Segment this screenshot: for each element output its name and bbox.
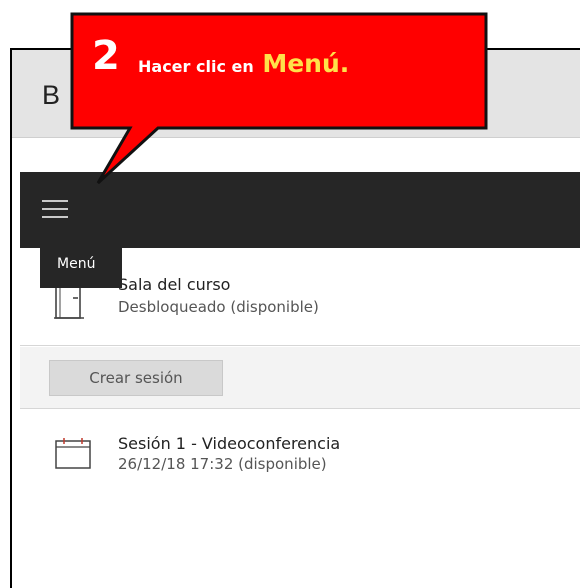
tooltip-arrow xyxy=(63,233,81,242)
session-status: 26/12/18 17:32 (disponible) xyxy=(118,455,327,473)
session-title: Sesión 1 - Videoconferencia xyxy=(118,434,341,453)
room-status: Desbloqueado (disponible) xyxy=(118,298,319,316)
page-title: B xyxy=(42,80,61,110)
room-title: Sala del curso xyxy=(118,275,231,294)
menu-tooltip: Menú xyxy=(40,242,122,288)
callout-highlight: Menú. xyxy=(262,49,350,78)
menu-button[interactable] xyxy=(40,194,70,224)
create-session-button[interactable]: Crear sesión xyxy=(49,360,223,396)
callout-bubble xyxy=(70,12,488,185)
create-session-bar: Crear sesión xyxy=(20,347,580,409)
callout-step-number: 2 xyxy=(92,33,120,79)
callout-instruction: Hacer clic en xyxy=(138,57,254,76)
callout-text: Hacer clic en Menú. xyxy=(138,51,349,76)
calendar-icon xyxy=(55,438,91,469)
instruction-callout: 2 Hacer clic en Menú. xyxy=(70,12,490,185)
session-list-item[interactable]: Sesión 1 - Videoconferencia 26/12/18 17:… xyxy=(20,410,580,490)
hamburger-menu-icon xyxy=(42,200,68,218)
